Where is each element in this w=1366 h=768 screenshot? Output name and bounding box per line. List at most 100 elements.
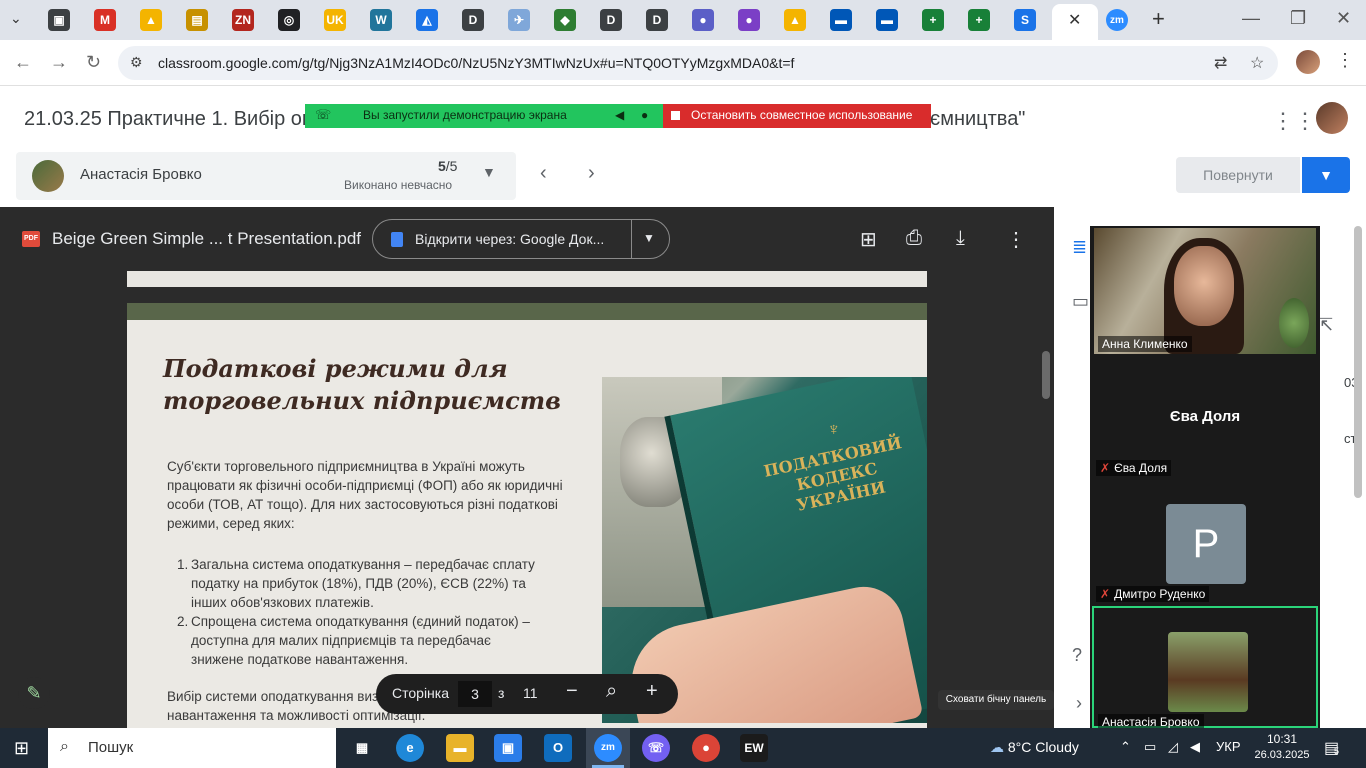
add-comment-icon[interactable]: ⊞ xyxy=(860,227,877,252)
return-dropdown-button[interactable]: ▼ xyxy=(1302,157,1350,193)
sheets-icon-2[interactable]: + xyxy=(968,9,990,31)
folder-icon[interactable]: ▤ xyxy=(186,9,208,31)
current-page-input[interactable]: 3 xyxy=(458,681,492,707)
tax-code-photo: ♆ ПОДАТКОВИЙ КОДЕКС УКРАЇНИ xyxy=(602,377,927,723)
meet-now-icon[interactable]: ▭ xyxy=(1144,739,1156,755)
bookmark-star-icon[interactable]: ☆ xyxy=(1250,53,1264,73)
windows-start-icon[interactable]: ⊞ xyxy=(14,738,29,759)
stop-icon xyxy=(671,111,680,120)
wordpress-icon[interactable]: W xyxy=(370,9,392,31)
drive-icon[interactable]: ▲ xyxy=(140,9,162,31)
speaker-icon[interactable]: ◀ xyxy=(615,108,624,122)
zoom-app-icon[interactable]: zm xyxy=(594,734,622,762)
file-explorer-icon[interactable]: ▬ xyxy=(446,734,474,762)
url-input[interactable]: ⚙ classroom.google.com/g/tg/Njg3NzA1MzI4… xyxy=(118,46,1278,80)
google-docs-icon xyxy=(391,232,403,247)
student-selector[interactable]: Анастасія Бровко 5/5 Виконано невчасно ▼ xyxy=(16,152,516,200)
d-icon[interactable]: D xyxy=(462,9,484,31)
clock-time[interactable]: 10:31 xyxy=(1256,732,1308,746)
participant-initial-avatar: P xyxy=(1166,504,1246,584)
pencil-icon[interactable]: ✎ xyxy=(18,677,50,709)
openai-icon[interactable]: ◎ xyxy=(278,9,300,31)
language-indicator[interactable]: УКР xyxy=(1216,739,1241,754)
zoom-in-icon[interactable]: + xyxy=(646,680,658,703)
slide-intro: Суб'єкти торговельного підприємництва в … xyxy=(167,459,563,531)
chat-icon[interactable]: ● xyxy=(692,9,714,31)
stop-sharing-button[interactable]: Остановить совместное использование xyxy=(663,104,931,128)
store-icon[interactable]: ▣ xyxy=(494,734,522,762)
next-student-icon[interactable]: › xyxy=(588,162,595,185)
participant-name: ✗ Єва Доля xyxy=(1096,460,1172,476)
volume-icon[interactable]: ◀ xyxy=(1190,739,1200,755)
active-speaker-tile[interactable]: Анастасія Бровко xyxy=(1092,606,1318,730)
close-window-icon[interactable]: ✕ xyxy=(1336,8,1351,29)
znu-icon[interactable]: ZN xyxy=(232,9,254,31)
muted-mic-icon: ✗ xyxy=(1100,461,1111,475)
open-with-button[interactable]: Відкрити через: Google Док... ▼ xyxy=(372,219,670,259)
back-icon[interactable]: ← xyxy=(14,52,32,73)
browser-menu-icon[interactable]: ⋮ xyxy=(1336,50,1354,71)
ew-app-icon[interactable]: EW xyxy=(740,734,768,762)
address-bar: ← → ↻ ⚙ classroom.google.com/g/tg/Njg3Nz… xyxy=(0,40,1366,86)
help-icon[interactable]: ? xyxy=(1072,645,1082,666)
minimize-icon[interactable]: — xyxy=(1242,8,1260,29)
pdf-scrollbar[interactable] xyxy=(1042,351,1050,399)
previous-student-icon[interactable]: ‹ xyxy=(540,162,547,185)
forward-icon[interactable]: → xyxy=(50,52,68,73)
reload-icon[interactable]: ↻ xyxy=(86,52,101,73)
flag-ua-icon-2[interactable]: ▬ xyxy=(876,9,898,31)
collapse-panel-icon[interactable]: › xyxy=(1076,693,1082,714)
previous-slide-edge xyxy=(127,271,927,287)
taskbar-search[interactable]: ⌕ Пошук xyxy=(48,728,336,768)
site-info-icon[interactable]: ⚙ xyxy=(130,54,143,71)
weather-widget[interactable]: ☁ 8°C Cloudy xyxy=(990,739,1079,756)
new-tab-button[interactable]: + xyxy=(1152,6,1165,32)
translate-icon[interactable]: ⇄ xyxy=(1214,53,1227,73)
comment-icon[interactable]: ▭ xyxy=(1072,291,1089,312)
download-icon[interactable]: ⤓ xyxy=(956,227,965,250)
bird-icon[interactable]: ✈ xyxy=(508,9,530,31)
clock-date[interactable]: 26.03.2025 xyxy=(1250,749,1314,761)
account-avatar[interactable] xyxy=(1316,102,1348,134)
uk-icon[interactable]: UK xyxy=(324,9,346,31)
d-icon-3[interactable]: D xyxy=(646,9,668,31)
more-options-icon[interactable]: ⋮ xyxy=(1006,227,1026,252)
close-tab-icon[interactable]: ✕ xyxy=(1068,10,1081,30)
notifications-icon[interactable]: ▤ 5 xyxy=(1324,738,1339,758)
d-icon-2[interactable]: D xyxy=(600,9,622,31)
diamond-icon[interactable]: ◆ xyxy=(554,9,576,31)
tray-chevron-icon[interactable]: ⌃ xyxy=(1120,739,1131,755)
gmail-icon[interactable]: M xyxy=(94,9,116,31)
chat-icon-2[interactable]: ● xyxy=(738,9,760,31)
participant-placeholder-name: Єва Доля xyxy=(1169,408,1241,425)
fit-zoom-icon[interactable]: ⌕ xyxy=(606,680,617,703)
network-icon[interactable]: ◿ xyxy=(1168,739,1178,755)
external-link-icon[interactable]: ⇱ xyxy=(1318,315,1333,336)
bell-icon[interactable]: ▲ xyxy=(784,9,806,31)
s-icon[interactable]: S xyxy=(1014,9,1036,31)
google-apps-icon[interactable]: ⋮⋮ xyxy=(1272,108,1316,134)
participant-video[interactable]: Анна Клименко xyxy=(1094,228,1316,354)
maximize-icon[interactable]: ❐ xyxy=(1290,8,1306,29)
return-button[interactable]: Повернути xyxy=(1176,157,1300,193)
tab-list-button[interactable]: ⌄ xyxy=(10,10,22,27)
edge-icon[interactable]: e xyxy=(396,734,424,762)
chevron-down-icon[interactable]: ▼ xyxy=(482,164,496,180)
zoom-tab-icon[interactable]: zm xyxy=(1106,9,1128,31)
mountain-icon[interactable]: ◭ xyxy=(416,9,438,31)
phone-icon: ☏ xyxy=(315,107,332,122)
browser-profile-avatar[interactable] xyxy=(1296,50,1320,74)
sheets-icon[interactable]: + xyxy=(922,9,944,31)
outlook-icon[interactable]: O xyxy=(544,734,572,762)
contact-icon[interactable]: ▣ xyxy=(48,9,70,31)
page-scrollbar[interactable] xyxy=(1354,226,1362,498)
viber-icon[interactable]: ☏ xyxy=(642,734,670,762)
zoom-out-icon[interactable]: − xyxy=(566,680,578,703)
sharing-text: Вы запустили демонстрацию экрана xyxy=(363,108,567,122)
chrome-icon[interactable]: ● xyxy=(692,734,720,762)
flag-ua-icon[interactable]: ▬ xyxy=(830,9,852,31)
print-icon[interactable]: ⎙ xyxy=(906,227,922,250)
rubric-icon[interactable]: ≣ xyxy=(1072,237,1087,258)
task-view-icon[interactable]: ▦ xyxy=(348,734,376,762)
open-with-dropdown-icon[interactable]: ▼ xyxy=(643,231,655,245)
